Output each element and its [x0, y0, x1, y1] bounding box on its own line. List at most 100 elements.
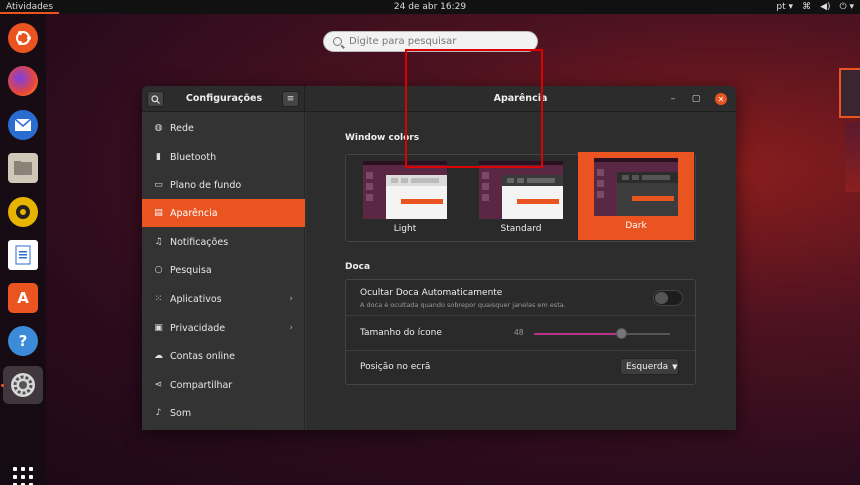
- clock[interactable]: 24 de abr 16:29: [0, 0, 860, 14]
- theme-light-option[interactable]: Light: [363, 161, 447, 239]
- autohide-toggle[interactable]: [653, 290, 683, 306]
- maximize-icon[interactable]: ▢: [690, 93, 702, 105]
- bluetooth-icon: ▮: [156, 152, 161, 162]
- language-indicator[interactable]: pt ▾: [776, 0, 793, 14]
- sidebar-item-compartilhar[interactable]: ⋖ Compartilhar: [142, 371, 305, 399]
- sidebar-item-label: Compartilhar: [170, 379, 233, 391]
- search-button[interactable]: [147, 91, 164, 107]
- dock: A ?: [0, 14, 46, 485]
- dock-settings: Ocultar Doca Automaticamente A doca é oc…: [345, 279, 696, 385]
- sidebar-item-label: Privacidade: [170, 322, 226, 334]
- window-preview[interactable]: [839, 68, 860, 118]
- sidebar-item-plano-de-fundo[interactable]: ▭ Plano de fundo: [142, 171, 305, 199]
- autohide-row: Ocultar Doca Automaticamente A doca é oc…: [346, 280, 695, 316]
- icon-size-row: Tamanho do ícone 48: [346, 316, 695, 351]
- document-icon: [15, 245, 31, 265]
- sidebar-item-som[interactable]: ♪ Som: [142, 399, 305, 427]
- theme-dark-thumbnail: [594, 158, 678, 216]
- sidebar: ◍ Rede ▮ Bluetooth ▭ Plano de fundo ▤ Ap…: [142, 112, 305, 430]
- theme-light-thumbnail: [363, 161, 447, 219]
- sidebar-item-pesquisa[interactable]: ○ Pesquisa: [142, 256, 305, 284]
- workspace-preview[interactable]: [845, 122, 860, 192]
- close-icon[interactable]: ✕: [715, 93, 727, 105]
- ubuntu-logo-icon: [16, 31, 31, 45]
- bell-icon: ♫: [154, 237, 163, 247]
- sidebar-item-privacidade[interactable]: ▣ Privacidade ›: [142, 314, 305, 342]
- running-indicator: [1, 384, 4, 387]
- position-dropdown[interactable]: Esquerda ▼: [620, 358, 679, 375]
- sidebar-title: Configurações: [185, 93, 263, 104]
- theme-dark-label: Dark: [625, 221, 647, 231]
- hamburger-icon: ≡: [286, 94, 295, 104]
- settings-icon: [11, 373, 35, 397]
- theme-standard-label: Standard: [500, 224, 542, 234]
- settings-launcher[interactable]: [3, 366, 43, 404]
- background-icon: ▭: [154, 180, 163, 190]
- sidebar-item-rede[interactable]: ◍ Rede: [142, 114, 305, 142]
- minimize-icon[interactable]: –: [667, 93, 679, 105]
- sidebar-item-notificacoes[interactable]: ♫ Notificações: [142, 228, 305, 256]
- sidebar-item-contas-online[interactable]: ☁ Contas online: [142, 342, 305, 370]
- volume-icon[interactable]: ◀): [820, 0, 830, 14]
- rhythmbox-icon[interactable]: [8, 197, 38, 227]
- power-icon[interactable]: ⏻ ▾: [840, 0, 855, 14]
- speaker-icon: [16, 205, 30, 219]
- position-row: Posição no ecrã Esquerda ▼: [346, 351, 695, 384]
- music-icon: ♪: [155, 408, 162, 418]
- search-icon: ○: [154, 265, 163, 275]
- sidebar-item-label: Pesquisa: [170, 264, 212, 276]
- sidebar-header: Configurações ≡: [142, 86, 305, 112]
- theme-standard-option[interactable]: Standard: [479, 161, 563, 239]
- network-icon[interactable]: ⌘: [802, 0, 811, 14]
- menu-button[interactable]: ≡: [282, 91, 299, 107]
- sidebar-item-label: Som: [170, 407, 192, 419]
- thunderbird-icon[interactable]: [8, 110, 38, 140]
- sidebar-item-label: Rede: [170, 122, 194, 134]
- search-icon: [333, 37, 342, 46]
- software-icon[interactable]: A: [8, 283, 38, 313]
- show-apps-icon[interactable]: [13, 467, 33, 485]
- sidebar-item-aplicativos[interactable]: ⁙ Aplicativos ›: [142, 285, 305, 313]
- ubuntu-icon[interactable]: [8, 23, 38, 53]
- autohide-label: Ocultar Doca Automaticamente: [360, 288, 503, 298]
- sidebar-item-label: Bluetooth: [170, 151, 217, 163]
- highlight-outline: [405, 49, 543, 168]
- apps-icon: ⁙: [154, 294, 163, 304]
- sidebar-item-label: Aparência: [170, 207, 218, 219]
- language-label: pt: [776, 2, 786, 12]
- icon-size-slider[interactable]: [534, 328, 670, 339]
- help-icon[interactable]: ?: [8, 326, 38, 356]
- autohide-description: A doca é ocultada quando sobrepor quaisq…: [360, 301, 566, 309]
- mail-icon: [14, 118, 32, 131]
- sidebar-item-label: Plano de fundo: [170, 179, 242, 191]
- sidebar-item-aparencia[interactable]: ▤ Aparência: [142, 199, 305, 227]
- folder-icon: [14, 161, 32, 175]
- slider-handle[interactable]: [616, 328, 628, 339]
- position-label: Posição no ecrã: [360, 362, 431, 372]
- share-icon: ⋖: [154, 380, 163, 390]
- search-input[interactable]: [349, 36, 529, 47]
- firefox-icon[interactable]: [8, 66, 38, 96]
- icon-size-value: 48: [514, 328, 524, 337]
- cloud-icon: ☁: [154, 351, 163, 361]
- chevron-right-icon: ›: [289, 294, 293, 304]
- top-bar: Atividades 24 de abr 16:29 pt ▾ ⌘ ◀) ⏻ ▾: [0, 0, 860, 14]
- sidebar-item-label: Contas online: [170, 350, 235, 362]
- sidebar-item-label: Notificações: [170, 236, 229, 248]
- icon-size-label: Tamanho do ícone: [360, 328, 442, 338]
- system-tray[interactable]: pt ▾ ⌘ ◀) ⏻ ▾: [776, 0, 854, 14]
- files-icon[interactable]: [8, 153, 38, 183]
- theme-light-label: Light: [393, 224, 417, 234]
- theme-standard-thumbnail: [479, 161, 563, 219]
- chevron-down-icon: ▼: [672, 362, 678, 371]
- chevron-right-icon: ›: [289, 323, 293, 333]
- sidebar-item-label: Aplicativos: [170, 293, 222, 305]
- appearance-icon: ▤: [154, 208, 163, 218]
- search-icon: [151, 94, 160, 104]
- theme-dark-option[interactable]: Dark: [578, 152, 694, 240]
- sidebar-item-bluetooth[interactable]: ▮ Bluetooth: [142, 143, 305, 171]
- writer-icon[interactable]: [8, 240, 38, 270]
- position-value: Esquerda: [626, 361, 669, 372]
- lock-icon: ▣: [154, 323, 163, 333]
- toggle-knob: [655, 292, 668, 304]
